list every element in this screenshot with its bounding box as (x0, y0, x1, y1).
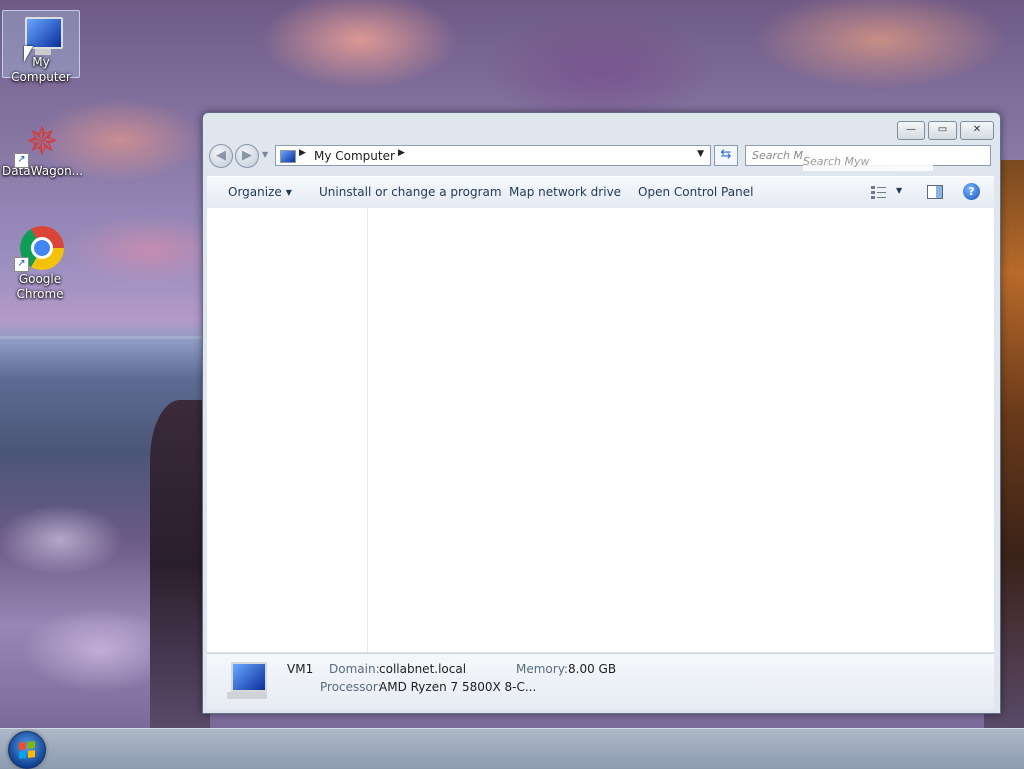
file-list-pane[interactable] (368, 208, 994, 652)
forward-button[interactable]: ▶ (235, 144, 259, 168)
close-icon: ✕ (972, 124, 982, 135)
mouse-cursor-icon (24, 46, 33, 62)
breadcrumb-my-computer[interactable]: My Computer (314, 149, 395, 163)
processor-label: Processor: (320, 680, 382, 694)
computer-icon (227, 662, 269, 702)
breadcrumb-separator-icon[interactable]: ▶ (398, 148, 405, 158)
minimize-icon: — (906, 124, 916, 135)
uninstall-program-button[interactable]: Uninstall or change a program (319, 185, 502, 199)
window-titlebar[interactable]: — ▭ ✕ (203, 113, 1000, 143)
domain-value: collabnet.local (379, 662, 467, 676)
content-area (207, 208, 994, 652)
explorer-window: — ▭ ✕ ◀ ▶ ▼ ▶ My Computer ▶ ▼ ⇆ Search M… (202, 112, 1001, 714)
domain-label: Domain: (329, 662, 380, 676)
navigation-pane[interactable] (207, 208, 368, 652)
command-bar: Organize ▼ Uninstall or change a program … (207, 176, 994, 209)
wallpaper-rocks (150, 400, 210, 728)
back-arrow-icon: ◀ (216, 148, 226, 163)
datawagon-icon: ✵ ↗ (14, 118, 64, 168)
wallpaper-horizon (0, 336, 210, 339)
computer-name: VM1 (287, 662, 314, 676)
shortcut-arrow-icon: ↗ (14, 257, 29, 272)
desktop-icon-google-chrome[interactable]: ↗ Google Chrome (2, 220, 78, 302)
start-button[interactable] (8, 731, 46, 769)
view-icon (871, 186, 886, 199)
change-view-button[interactable] (871, 185, 887, 199)
desktop-icon-label: Google Chrome (16, 272, 64, 301)
help-icon: ? (968, 185, 975, 198)
desktop-icon-datawagon[interactable]: ✵ ↗ DataWagon... (2, 116, 83, 179)
computer-icon (280, 150, 296, 163)
details-pane: VM1 Domain: collabnet.local Memory: 8.00… (207, 653, 994, 710)
processor-value: AMD Ryzen 7 5800X 8-C... (379, 680, 537, 694)
map-network-drive-button[interactable]: Map network drive (509, 185, 621, 199)
windows-logo-icon (19, 741, 35, 759)
memory-value: 8.00 GB (568, 662, 617, 676)
preview-pane-button[interactable] (927, 185, 943, 199)
back-button[interactable]: ◀ (209, 144, 233, 168)
recent-pages-dropdown-icon[interactable]: ▼ (262, 150, 268, 159)
search-ghost-text: Search Myw (803, 153, 933, 171)
shortcut-arrow-icon: ↗ (14, 153, 29, 168)
refresh-button[interactable]: ⇆ (714, 145, 738, 166)
view-options-dropdown-icon[interactable]: ▼ (896, 186, 902, 195)
refresh-icon: ⇆ (720, 147, 732, 162)
desktop-icon-my-computer[interactable]: My Computer (2, 10, 80, 84)
organize-label: Organize (228, 185, 282, 199)
address-bar[interactable]: ▶ My Computer ▶ ▼ (275, 145, 711, 166)
forward-arrow-icon: ▶ (242, 148, 252, 163)
maximize-icon: ▭ (937, 124, 948, 135)
open-control-panel-button[interactable]: Open Control Panel (638, 185, 753, 199)
chrome-icon: ↗ (14, 222, 64, 272)
breadcrumb-separator-icon[interactable]: ▶ (299, 148, 306, 158)
taskbar (0, 728, 1024, 769)
maximize-button[interactable]: ▭ (928, 121, 957, 140)
organize-button[interactable]: Organize ▼ (228, 185, 292, 199)
chevron-down-icon: ▼ (285, 188, 292, 197)
preview-pane-icon (927, 185, 943, 199)
minimize-button[interactable]: — (897, 121, 925, 140)
address-dropdown-icon[interactable]: ▼ (697, 149, 704, 159)
memory-label: Memory: (516, 662, 568, 676)
close-button[interactable]: ✕ (960, 121, 994, 140)
help-button[interactable]: ? (963, 183, 980, 200)
